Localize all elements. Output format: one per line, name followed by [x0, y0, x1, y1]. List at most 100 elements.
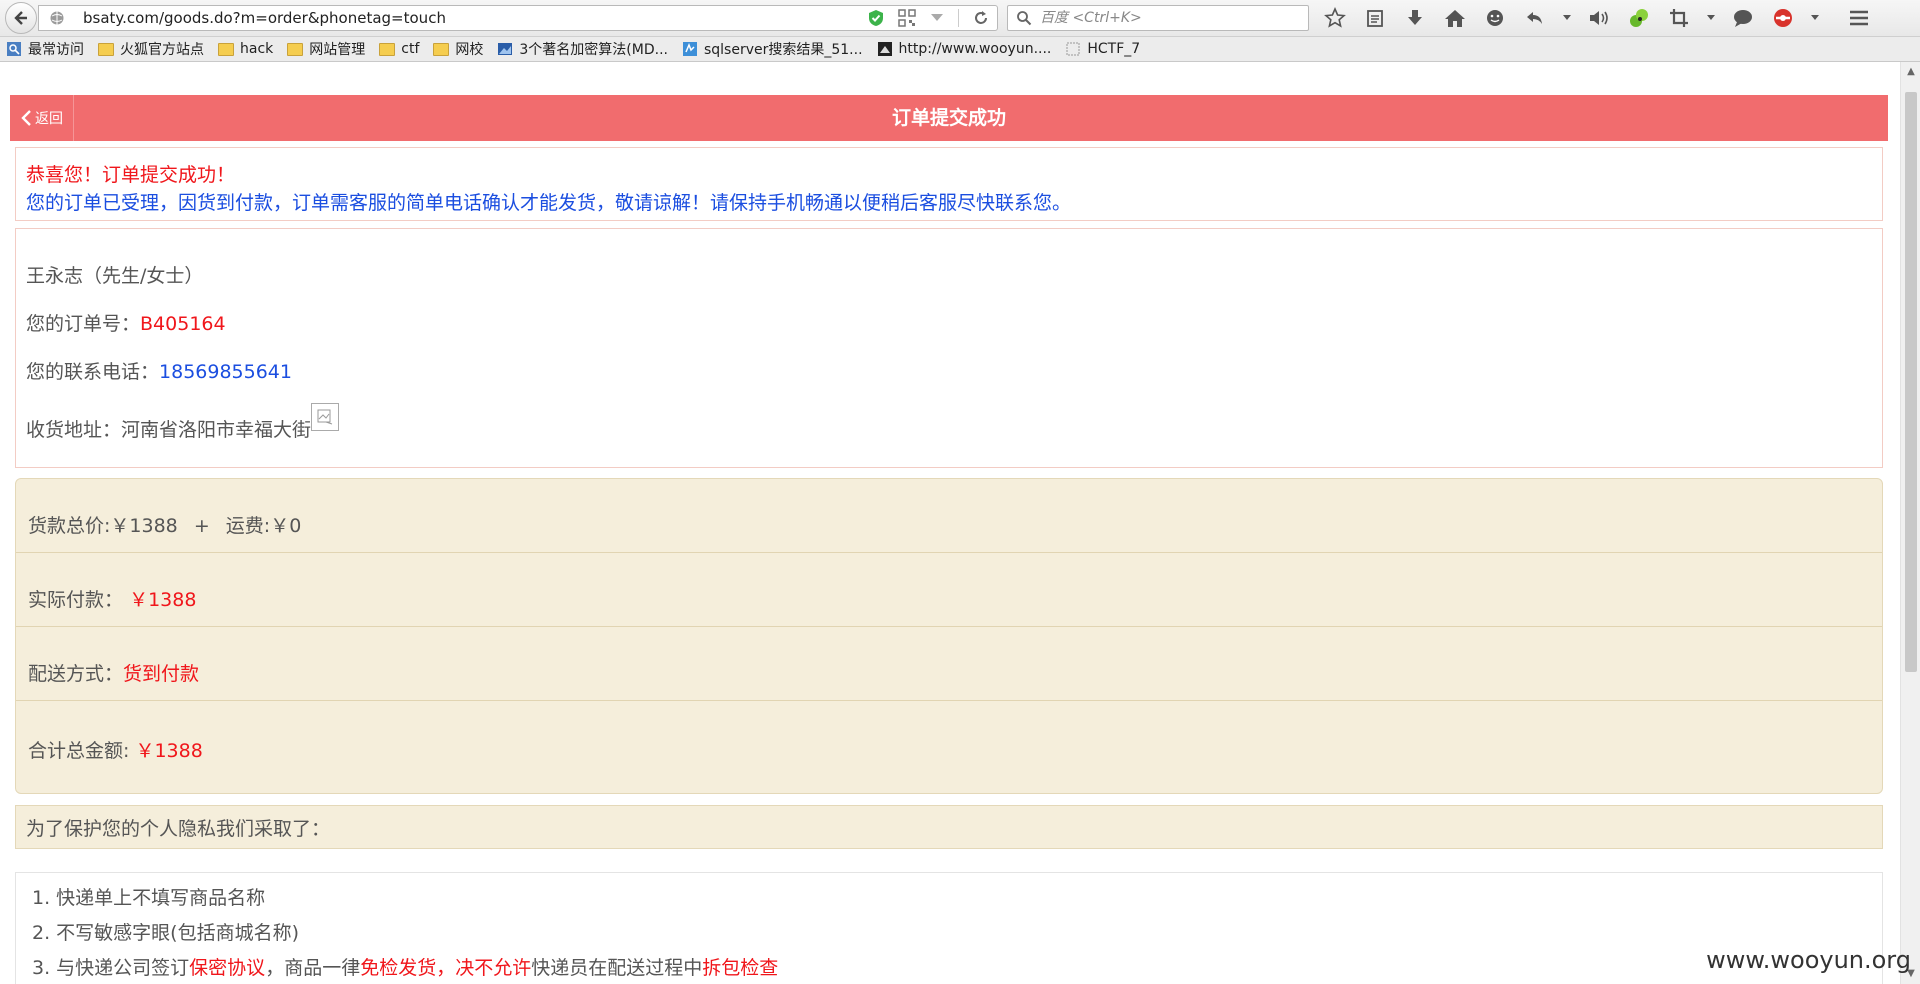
page-viewport: 订单提交成功 返回 恭喜您！订单提交成功！ 您的订单已受理，因货到付款，订单需客… [0, 62, 1900, 984]
dropdown-arrow-icon[interactable] [930, 13, 944, 23]
total-amount-label: 合计总金额: [28, 740, 130, 762]
success-description: 您的订单已受理，因货到付款，订单需客服的简单电话确认才能发货，敬请谅解！请保持手… [26, 192, 1072, 214]
undo-button[interactable] [1522, 5, 1548, 31]
home-button[interactable] [1442, 5, 1468, 31]
browser-toolbar: bsaty.com/goods.do?m=order&phonetag=touc… [0, 0, 1920, 37]
back-link[interactable]: 返回 [10, 95, 74, 141]
bookmark-sqlserver[interactable]: sqlserver搜索结果_51... [682, 39, 863, 59]
page-header: 订单提交成功 返回 [10, 95, 1888, 141]
separator [958, 9, 959, 27]
folder-icon [218, 42, 234, 56]
clipboard-icon [1367, 10, 1383, 27]
bookmark-folder-site-admin[interactable]: 网站管理 [287, 39, 365, 59]
shipping-value: ￥0 [270, 515, 302, 537]
chevron-down-icon [1707, 15, 1715, 20]
profile-dropdown[interactable] [1810, 5, 1820, 31]
bookmark-wooyun[interactable]: http://www.wooyun.... [877, 41, 1051, 57]
address-label: 收货地址： [26, 419, 122, 441]
bookmarks-toolbar: 最常访问 火狐官方站点 hack 网站管理 ctf 网校 3个著名加密算法(MD… [0, 37, 1920, 62]
most-visited-icon [7, 42, 21, 56]
search-placeholder: 百度 <Ctrl+K> [1040, 10, 1142, 26]
phone-number: 18569855641 [159, 361, 292, 383]
actual-payment-label: 实际付款： [28, 589, 124, 611]
screenshot-button[interactable] [1666, 5, 1692, 31]
address-row: 收货地址：河南省洛阳市幸福大街 [26, 403, 340, 442]
bookmark-folder-firefox[interactable]: 火狐官方站点 [98, 39, 204, 59]
menu-button[interactable] [1846, 5, 1872, 31]
bookmark-most-visited[interactable]: 最常访问 [6, 39, 84, 59]
chevron-down-icon [1811, 15, 1819, 20]
folder-icon [287, 42, 304, 56]
browser-back-button[interactable] [5, 2, 37, 34]
bookmark-folder-school[interactable]: 网校 [433, 39, 483, 59]
qr-code-icon[interactable] [898, 9, 916, 27]
shield-icon[interactable] [868, 9, 884, 27]
reload-icon[interactable] [973, 10, 989, 26]
speech-bubble-icon [1734, 10, 1752, 27]
page-dark-icon [877, 42, 892, 56]
search-icon [1017, 11, 1032, 26]
address-value: 河南省洛阳市幸福大街 [121, 419, 312, 441]
chat-button[interactable] [1482, 5, 1508, 31]
screenshot-dropdown[interactable] [1706, 5, 1716, 31]
extension-button[interactable] [1626, 5, 1652, 31]
arrow-left-icon [14, 11, 27, 25]
broken-image-icon [311, 403, 340, 431]
goods-price-row: 货款总价:￥1388 + 运费:￥0 [16, 479, 1882, 553]
speaker-icon [1590, 11, 1608, 25]
bookmark-hctf[interactable]: HCTF_7 [1065, 41, 1140, 57]
privacy-list-box: 1. 快递单上不填写商品名称 2. 不写敏感字眼(包括商城名称) 3. 与快递公… [15, 872, 1883, 984]
back-label: 返回 [35, 111, 63, 127]
bookmark-folder-hack[interactable]: hack [218, 41, 273, 57]
reading-list-button[interactable] [1362, 5, 1388, 31]
red-avatar-icon [1774, 9, 1792, 27]
folder-icon [379, 42, 396, 56]
downloads-button[interactable] [1402, 5, 1428, 31]
order-number: B405164 [140, 313, 226, 335]
bookmark-folder-ctf[interactable]: ctf [379, 41, 419, 57]
phone-label: 您的联系电话： [26, 361, 160, 383]
page-image-icon [498, 43, 513, 55]
home-icon [1445, 10, 1465, 27]
actual-payment-value: ￥1388 [129, 589, 197, 611]
page-blue-icon [682, 42, 697, 56]
privacy-item-3: 3. 与快递公司签订保密协议，商品一律免检发货，决不允许快递员在配送过程中拆包检… [32, 957, 779, 979]
success-message-box: 恭喜您！订单提交成功！ 您的订单已受理，因货到付款，订单需客服的简单电话确认才能… [15, 147, 1883, 221]
bookmark-encryption[interactable]: 3个著名加密算法(MD... [497, 39, 668, 59]
page-scrollbar[interactable]: ▲ ▼ [1900, 62, 1920, 984]
delivery-method-value: 货到付款 [123, 663, 200, 685]
privacy-item-2: 2. 不写敏感字眼(包括商城名称) [32, 922, 299, 944]
scrollbar-thumb[interactable] [1905, 92, 1917, 672]
privacy-item-1: 1. 快递单上不填写商品名称 [32, 887, 266, 909]
url-text[interactable]: bsaty.com/goods.do?m=order&phonetag=touc… [83, 6, 446, 30]
watermark: www.wooyun.org [1706, 946, 1911, 974]
chevron-down-icon [1563, 15, 1571, 20]
message-button[interactable] [1730, 5, 1756, 31]
phone-row: 您的联系电话：18569855641 [26, 357, 292, 384]
shipping-label: 运费: [225, 515, 271, 537]
profile-button[interactable] [1770, 5, 1796, 31]
goods-price-label: 货款总价: [28, 515, 111, 537]
order-number-row: 您的订单号：B405164 [26, 309, 226, 336]
undo-dropdown[interactable] [1562, 5, 1572, 31]
total-amount-value: ￥1388 [135, 740, 203, 762]
scroll-up-arrow[interactable]: ▲ [1905, 66, 1917, 78]
undo-icon [1527, 12, 1542, 24]
delivery-method-row: 配送方式：货到付款 [16, 627, 1882, 701]
url-bar[interactable]: bsaty.com/goods.do?m=order&phonetag=touc… [38, 5, 998, 31]
star-icon [1324, 7, 1346, 28]
delivery-method-label: 配送方式： [28, 663, 124, 685]
search-bar[interactable]: 百度 <Ctrl+K> [1007, 5, 1309, 31]
hamburger-menu-icon [1850, 10, 1868, 26]
page-title: 订单提交成功 [891, 107, 1006, 129]
actual-payment-row: 实际付款： ￥1388 [16, 553, 1882, 627]
chevron-left-icon [21, 110, 31, 126]
goods-price-value: ￥1388 [110, 515, 178, 537]
volume-button[interactable] [1586, 5, 1612, 31]
customer-name: 王永志（先生/女士） [26, 265, 204, 287]
bookmark-star-button[interactable] [1322, 5, 1348, 31]
smiley-chat-icon [1487, 10, 1503, 26]
download-icon [1408, 10, 1422, 25]
folder-icon [98, 42, 114, 56]
privacy-heading-box: 为了保护您的个人隐私我们采取了： [15, 805, 1883, 849]
